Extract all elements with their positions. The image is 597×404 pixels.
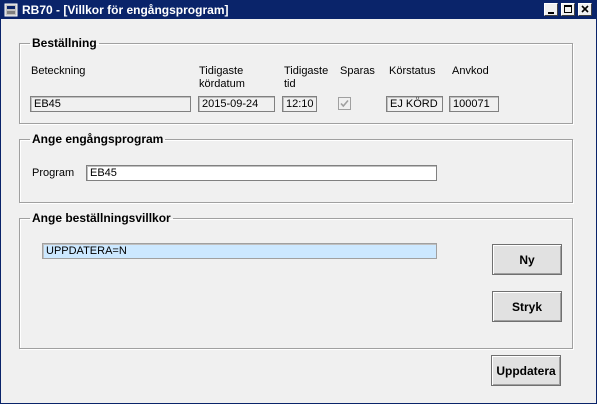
kordatum-label-line1: Tidigaste xyxy=(199,65,244,77)
title-bar[interactable]: RB70 - [Villkor för engångsprogram] xyxy=(1,1,596,19)
checkmark-icon xyxy=(340,99,349,108)
program-input[interactable]: EB45 xyxy=(86,165,437,181)
uppdatera-button[interactable]: Uppdatera xyxy=(491,355,561,386)
bestallning-legend: Beställning xyxy=(32,36,97,50)
tid-label-line1: Tidigaste xyxy=(284,65,329,77)
villkor-legend: Ange beställningsvillkor xyxy=(32,211,171,225)
program-label: Program xyxy=(32,167,75,179)
close-icon xyxy=(581,5,589,13)
korstatus-field[interactable]: EJ KÖRD xyxy=(386,96,443,112)
stryk-button[interactable]: Stryk xyxy=(492,291,562,322)
app-icon xyxy=(4,3,18,17)
tid-label-line2: tid xyxy=(284,78,296,90)
maximize-button[interactable] xyxy=(561,3,575,16)
beteckning-label: Beteckning xyxy=(31,65,86,77)
sparas-checkbox[interactable] xyxy=(338,97,351,110)
maximize-icon xyxy=(564,5,572,13)
ny-button[interactable]: Ny xyxy=(492,244,562,275)
kordatum-field[interactable]: 2015-09-24 xyxy=(198,96,275,112)
beteckning-field[interactable]: EB45 xyxy=(30,96,191,112)
client-area: Beställning Beteckning Tidigaste kördatu… xyxy=(1,19,596,403)
villkor-group: Ange beställningsvillkor UPPDATERA=N Ny … xyxy=(19,211,573,349)
anvkod-label: Anvkod xyxy=(452,65,489,77)
close-button[interactable] xyxy=(578,3,592,16)
sparas-label: Sparas xyxy=(340,65,375,77)
window-title: RB70 - [Villkor för engångsprogram] xyxy=(22,3,229,17)
minimize-icon xyxy=(548,12,554,14)
engangsprogram-group: Ange engångsprogram Program EB45 xyxy=(19,132,573,203)
engangsprogram-legend: Ange engångsprogram xyxy=(32,132,164,146)
minimize-button[interactable] xyxy=(544,3,558,16)
main-window: RB70 - [Villkor för engångsprogram] Best… xyxy=(0,0,597,404)
anvkod-field[interactable]: 100071 xyxy=(449,96,499,112)
korstatus-label: Körstatus xyxy=(389,65,436,77)
tid-field[interactable]: 12:10 xyxy=(282,96,317,112)
villkor-list-item[interactable]: UPPDATERA=N xyxy=(42,243,437,259)
bestallning-group: Beställning Beteckning Tidigaste kördatu… xyxy=(19,36,573,124)
kordatum-label-line2: kördatum xyxy=(199,78,245,90)
